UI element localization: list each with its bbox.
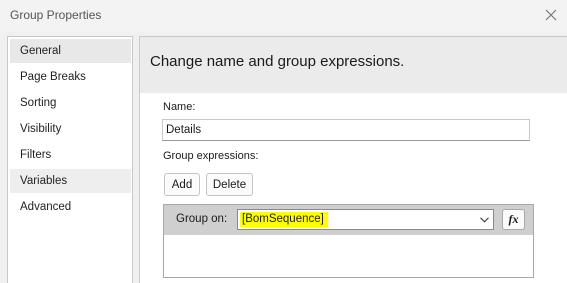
- sidebar: General Page Breaks Sorting Visibility F…: [7, 36, 133, 283]
- function-icon: fx: [508, 212, 519, 226]
- close-button[interactable]: [541, 5, 561, 25]
- sidebar-item-general[interactable]: General: [10, 39, 131, 63]
- header-band: Change name and group expressions.: [140, 37, 567, 93]
- group-expression-row: Group on: [BomSequence] fx: [164, 205, 533, 235]
- group-on-value: [BomSequence]: [240, 212, 328, 227]
- window-title: Group Properties: [10, 8, 102, 22]
- chevron-down-icon[interactable]: [477, 213, 491, 227]
- close-icon: [545, 9, 557, 21]
- sidebar-item-variables[interactable]: Variables: [10, 169, 131, 193]
- group-on-label: Group on:: [176, 213, 228, 225]
- sidebar-item-page-breaks[interactable]: Page Breaks: [10, 65, 131, 89]
- name-label: Name:: [163, 101, 196, 113]
- delete-button[interactable]: Delete: [206, 173, 253, 196]
- add-button[interactable]: Add: [164, 173, 200, 196]
- page-title: Change name and group expressions.: [150, 53, 405, 70]
- group-on-combobox[interactable]: [BomSequence]: [237, 209, 494, 230]
- sidebar-item-sorting[interactable]: Sorting: [10, 91, 131, 115]
- sidebar-item-filters[interactable]: Filters: [10, 143, 131, 167]
- group-expressions-list: Group on: [BomSequence] fx: [163, 204, 534, 278]
- sidebar-item-advanced[interactable]: Advanced: [10, 195, 131, 219]
- content-panel: Change name and group expressions. Name:…: [139, 36, 567, 283]
- sidebar-item-visibility[interactable]: Visibility: [10, 117, 131, 141]
- group-expressions-label: Group expressions:: [163, 150, 259, 162]
- name-field[interactable]: [162, 119, 530, 141]
- expression-button[interactable]: fx: [502, 209, 525, 230]
- title-bar: Group Properties: [0, 0, 567, 32]
